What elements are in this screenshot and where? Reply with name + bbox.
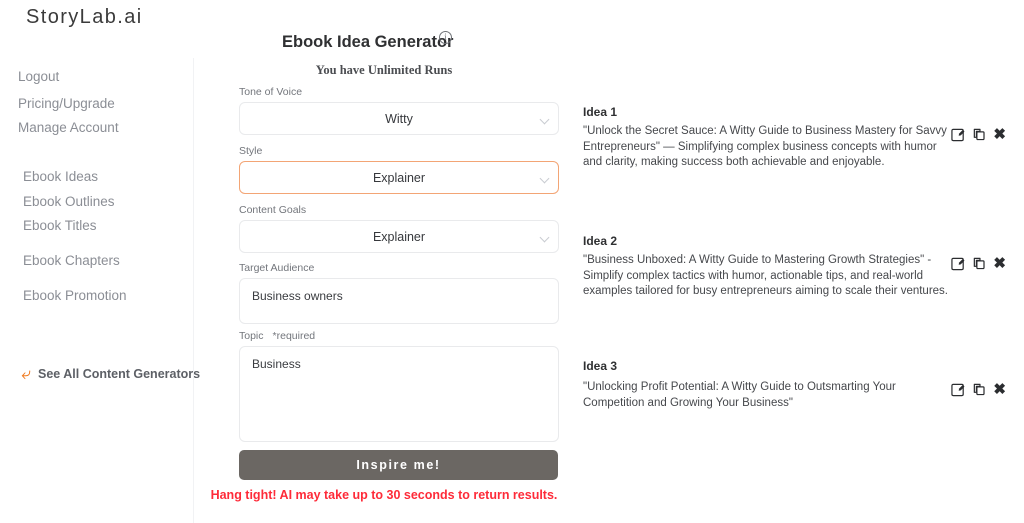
idea-card: Idea 2 "Business Unboxed: A Witty Guide … — [583, 234, 1024, 300]
sidebar-item-ebook-chapters[interactable]: Ebook Chapters — [23, 253, 120, 268]
main-panel: Ebook Idea Generator i You have Unlimite… — [194, 0, 574, 523]
back-arrow-icon: ⤷ — [21, 364, 31, 383]
copy-icon[interactable] — [972, 382, 987, 397]
sidebar-item-ebook-titles[interactable]: Ebook Titles — [23, 218, 97, 233]
tone-of-voice-select[interactable]: Witty — [239, 102, 559, 135]
runs-status-text: You have Unlimited Runs — [315, 63, 453, 77]
topic-label-text: Topic — [239, 330, 264, 342]
copy-icon[interactable] — [972, 127, 987, 142]
topic-input[interactable] — [239, 346, 559, 442]
info-icon[interactable]: i — [439, 31, 452, 44]
copy-icon[interactable] — [972, 256, 987, 271]
target-audience-input[interactable] — [239, 278, 559, 324]
field-content-goals: Content Goals Explainer — [239, 204, 559, 253]
tone-of-voice-value: Witty — [385, 112, 413, 126]
sidebar-item-manage-account[interactable]: Manage Account — [18, 120, 119, 135]
style-label: Style — [239, 145, 263, 157]
idea-text: "Unlocking Profit Potential: A Witty Gui… — [583, 381, 896, 409]
idea-title: Idea 1 — [583, 105, 618, 119]
idea-actions: ✖ — [951, 382, 1006, 397]
topic-label: Topic *required — [239, 330, 559, 342]
close-icon[interactable]: ✖ — [993, 256, 1006, 271]
idea-card: Idea 1 "Unlock the Secret Sauce: A Witty… — [583, 105, 1024, 171]
brand-logo: StoryLab.ai — [26, 6, 143, 28]
processing-notice: Hang tight! AI may take up to 30 seconds… — [210, 488, 558, 502]
see-all-content-generators-link[interactable]: ⤷ See All Content Generators — [14, 364, 201, 383]
idea-card: Idea 3 "Unlocking Profit Potential: A Wi… — [583, 359, 1024, 411]
results-panel: Idea 1 "Unlock the Secret Sauce: A Witty… — [583, 0, 1024, 523]
idea-actions: ✖ — [951, 127, 1006, 142]
edit-icon[interactable] — [951, 382, 966, 397]
content-goals-select[interactable]: Explainer — [239, 220, 559, 253]
content-goals-value: Explainer — [372, 230, 426, 244]
content-goals-label: Content Goals — [239, 204, 307, 216]
field-target-audience: Target Audience — [239, 262, 559, 329]
close-icon[interactable]: ✖ — [993, 382, 1006, 397]
sidebar-item-ebook-outlines[interactable]: Ebook Outlines — [23, 194, 115, 209]
see-all-label: See All Content Generators — [38, 367, 201, 381]
page-title: Ebook Idea Generator — [282, 33, 454, 51]
topic-required-note: *required — [272, 330, 316, 342]
target-audience-label: Target Audience — [239, 262, 315, 274]
idea-title: Idea 2 — [583, 234, 618, 248]
inspire-me-button[interactable]: Inspire me! — [239, 450, 558, 480]
edit-icon[interactable] — [951, 256, 966, 271]
tone-of-voice-label: Tone of Voice — [239, 86, 303, 98]
sidebar-item-logout[interactable]: Logout — [18, 69, 59, 84]
sidebar: StoryLab.ai Logout Pricing/Upgrade Manag… — [0, 0, 200, 523]
sidebar-item-ebook-ideas[interactable]: Ebook Ideas — [23, 169, 98, 184]
style-value: Explainer — [372, 171, 426, 185]
edit-icon[interactable] — [951, 127, 966, 142]
idea-text: "Business Unboxed: A Witty Guide to Mast… — [583, 254, 948, 297]
close-icon[interactable]: ✖ — [993, 127, 1006, 142]
idea-title: Idea 3 — [583, 359, 618, 373]
sidebar-item-ebook-promotion[interactable]: Ebook Promotion — [23, 288, 127, 303]
style-select[interactable]: Explainer — [239, 161, 559, 194]
app-root: StoryLab.ai Logout Pricing/Upgrade Manag… — [0, 0, 1024, 523]
field-tone-of-voice: Tone of Voice Witty — [239, 86, 559, 135]
field-style: Style Explainer — [239, 145, 559, 194]
sidebar-item-pricing-upgrade[interactable]: Pricing/Upgrade — [18, 96, 115, 111]
idea-actions: ✖ — [951, 256, 1006, 271]
idea-text: "Unlock the Secret Sauce: A Witty Guide … — [583, 125, 947, 168]
field-topic: Topic *required — [239, 330, 559, 447]
